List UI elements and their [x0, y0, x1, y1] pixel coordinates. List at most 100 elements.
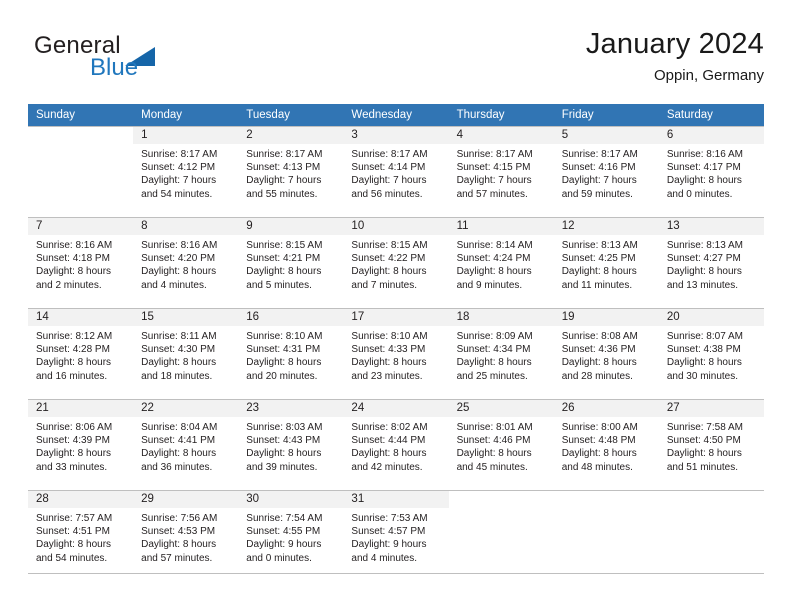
- calendar-cell: 6 Sunrise: 8:16 AM Sunset: 4:17 PM Daylight…: [658, 126, 764, 218]
- day-number: 27: [658, 400, 764, 417]
- day-details: Sunrise: 8:16 AM Sunset: 4:20 PM Daylight:…: [133, 235, 238, 292]
- calendar-day[interactable]: 3 Sunrise: 8:17 AM Sunset: 4:14 PM Daylight…: [343, 127, 449, 217]
- calendar-day[interactable]: 25 Sunrise: 8:01 AM Sunset: 4:46 PM Dayligh…: [448, 400, 554, 490]
- calendar-day[interactable]: 1 Sunrise: 8:17 AM Sunset: 4:12 PM Daylight…: [133, 127, 239, 217]
- calendar-day[interactable]: 30 Sunrise: 7:54 AM Sunset: 4:55 PM Dayligh…: [238, 491, 344, 581]
- day-sunrise-text: Sunrise: 8:17 AM: [141, 149, 218, 160]
- calendar-day[interactable]: 21 Sunrise: 8:06 AM Sunset: 4:39 PM Dayligh…: [28, 400, 134, 490]
- calendar-day[interactable]: 22 Sunrise: 8:04 AM Sunset: 4:41 PM Dayligh…: [133, 400, 239, 490]
- calendar-day[interactable]: 8 Sunrise: 8:16 AM Sunset: 4:20 PM Daylight…: [133, 218, 239, 308]
- calendar-page: General Blue January 2024 Oppin, Germany…: [0, 0, 792, 612]
- calendar-day[interactable]: 20 Sunrise: 8:07 AM Sunset: 4:38 PM Dayligh…: [658, 309, 764, 399]
- day-sunset-text: Sunset: 4:57 PM: [351, 526, 426, 538]
- calendar-week-row: 21 Sunrise: 8:06 AM Sunset: 4:39 PM Dayligh…: [28, 399, 764, 491]
- day-daylight2-text: and 0 minutes.: [246, 552, 312, 564]
- calendar-day[interactable]: 14 Sunrise: 8:12 AM Sunset: 4:28 PM Dayligh…: [28, 309, 134, 399]
- calendar-day[interactable]: 4 Sunrise: 8:17 AM Sunset: 4:15 PM Daylight…: [448, 127, 554, 217]
- calendar-day[interactable]: 7 Sunrise: 8:16 AM Sunset: 4:18 PM Daylight…: [28, 218, 134, 308]
- day-sunset-text: Sunset: 4:17 PM: [666, 162, 741, 174]
- day-daylight1-text: Daylight: 8 hours: [141, 266, 217, 278]
- calendar-day[interactable]: 2 Sunrise: 8:17 AM Sunset: 4:13 PM Daylight…: [238, 127, 344, 217]
- day-details: Sunrise: 8:02 AM Sunset: 4:44 PM Daylight:…: [343, 417, 448, 474]
- calendar-table: Sunday Monday Tuesday Wednesday Thursday…: [28, 104, 764, 581]
- day-daylight2-text: and 57 minutes.: [141, 552, 213, 564]
- day-number: 26: [553, 400, 659, 417]
- day-sunset-text: Sunset: 4:44 PM: [351, 435, 426, 447]
- day-sunset-text: Sunset: 4:25 PM: [561, 253, 636, 265]
- calendar-header-row: Sunday Monday Tuesday Wednesday Thursday…: [28, 104, 764, 127]
- calendar-cell: 16 Sunrise: 8:10 AM Sunset: 4:31 PM Dayligh…: [238, 308, 344, 400]
- calendar-day-empty: [554, 491, 659, 581]
- day-daylight1-text: Daylight: 8 hours: [246, 448, 322, 460]
- page-header: General Blue January 2024 Oppin, Germany: [28, 28, 764, 98]
- day-daylight1-text: Daylight: 8 hours: [351, 266, 427, 278]
- general-blue-logo[interactable]: General Blue: [28, 34, 268, 94]
- bottom-divider: [28, 573, 764, 574]
- calendar-day[interactable]: 19 Sunrise: 8:08 AM Sunset: 4:36 PM Dayligh…: [553, 309, 659, 399]
- calendar-cell: 8 Sunrise: 8:16 AM Sunset: 4:20 PM Daylight…: [133, 217, 239, 309]
- day-details: Sunrise: 8:13 AM Sunset: 4:27 PM Daylight:…: [659, 235, 764, 292]
- calendar-day[interactable]: 5 Sunrise: 8:17 AM Sunset: 4:16 PM Daylight…: [553, 127, 659, 217]
- day-details: Sunrise: 8:17 AM Sunset: 4:16 PM Daylight:…: [554, 144, 659, 201]
- day-sunset-text: Sunset: 4:21 PM: [246, 253, 321, 265]
- calendar-day[interactable]: 23 Sunrise: 8:03 AM Sunset: 4:43 PM Dayligh…: [238, 400, 344, 490]
- calendar-day[interactable]: 13 Sunrise: 8:13 AM Sunset: 4:27 PM Dayligh…: [658, 218, 764, 308]
- calendar-cell: [28, 126, 134, 218]
- calendar-day[interactable]: 16 Sunrise: 8:10 AM Sunset: 4:31 PM Dayligh…: [238, 309, 344, 399]
- day-details: Sunrise: 8:11 AM Sunset: 4:30 PM Daylight:…: [133, 326, 238, 383]
- calendar-day[interactable]: 15 Sunrise: 8:11 AM Sunset: 4:30 PM Dayligh…: [133, 309, 239, 399]
- day-details: Sunrise: 8:01 AM Sunset: 4:46 PM Daylight:…: [449, 417, 554, 474]
- day-sunrise-text: Sunrise: 8:14 AM: [456, 240, 533, 251]
- day-details: Sunrise: 8:16 AM Sunset: 4:18 PM Daylight:…: [28, 235, 133, 292]
- day-sunset-text: Sunset: 4:24 PM: [456, 253, 531, 265]
- day-daylight1-text: Daylight: 8 hours: [666, 357, 742, 369]
- calendar-day[interactable]: 11 Sunrise: 8:14 AM Sunset: 4:24 PM Dayligh…: [448, 218, 554, 308]
- calendar-day[interactable]: 12 Sunrise: 8:13 AM Sunset: 4:25 PM Dayligh…: [553, 218, 659, 308]
- day-number: 19: [553, 309, 659, 326]
- day-sunrise-text: Sunrise: 8:17 AM: [561, 149, 638, 160]
- calendar-day[interactable]: 29 Sunrise: 7:56 AM Sunset: 4:53 PM Dayligh…: [133, 491, 239, 581]
- day-sunrise-text: Sunrise: 8:15 AM: [246, 240, 323, 251]
- day-sunrise-text: Sunrise: 7:53 AM: [351, 513, 428, 524]
- calendar-body: 1 Sunrise: 8:17 AM Sunset: 4:12 PM Daylight…: [28, 126, 764, 581]
- title-block: January 2024 Oppin, Germany: [586, 28, 764, 85]
- day-number: 8: [133, 218, 239, 235]
- day-sunset-text: Sunset: 4:38 PM: [666, 344, 741, 356]
- day-daylight1-text: Daylight: 8 hours: [561, 266, 637, 278]
- day-sunset-text: Sunset: 4:22 PM: [351, 253, 426, 265]
- calendar-cell: 2 Sunrise: 8:17 AM Sunset: 4:13 PM Daylight…: [238, 126, 344, 218]
- calendar-day[interactable]: 9 Sunrise: 8:15 AM Sunset: 4:21 PM Daylight…: [238, 218, 344, 308]
- day-sunset-text: Sunset: 4:30 PM: [141, 344, 216, 356]
- calendar-cell: 31 Sunrise: 7:53 AM Sunset: 4:57 PM Dayligh…: [343, 490, 449, 581]
- day-sunrise-text: Sunrise: 8:16 AM: [36, 240, 113, 251]
- calendar-day[interactable]: 31 Sunrise: 7:53 AM Sunset: 4:57 PM Dayligh…: [343, 491, 449, 581]
- day-sunrise-text: Sunrise: 8:17 AM: [351, 149, 428, 160]
- calendar-cell: 21 Sunrise: 8:06 AM Sunset: 4:39 PM Dayligh…: [28, 399, 134, 491]
- calendar-day[interactable]: 26 Sunrise: 8:00 AM Sunset: 4:48 PM Dayligh…: [553, 400, 659, 490]
- weekday-header-tuesday: Tuesday: [238, 104, 344, 127]
- calendar-day[interactable]: 18 Sunrise: 8:09 AM Sunset: 4:34 PM Dayligh…: [448, 309, 554, 399]
- day-sunrise-text: Sunrise: 8:09 AM: [456, 331, 533, 342]
- calendar-day[interactable]: 10 Sunrise: 8:15 AM Sunset: 4:22 PM Dayligh…: [343, 218, 449, 308]
- calendar-cell: 10 Sunrise: 8:15 AM Sunset: 4:22 PM Dayligh…: [343, 217, 449, 309]
- day-daylight2-text: and 9 minutes.: [456, 279, 523, 291]
- day-sunset-text: Sunset: 4:31 PM: [246, 344, 321, 356]
- day-daylight1-text: Daylight: 8 hours: [456, 266, 532, 278]
- calendar-day-empty: [659, 491, 764, 581]
- calendar-day[interactable]: 24 Sunrise: 8:02 AM Sunset: 4:44 PM Dayligh…: [343, 400, 449, 490]
- day-sunset-text: Sunset: 4:18 PM: [36, 253, 110, 265]
- day-details: Sunrise: 8:10 AM Sunset: 4:33 PM Daylight:…: [343, 326, 448, 383]
- day-details: Sunrise: 8:08 AM Sunset: 4:36 PM Daylight:…: [554, 326, 659, 383]
- day-daylight1-text: Daylight: 8 hours: [666, 266, 742, 278]
- day-daylight2-text: and 42 minutes.: [351, 461, 423, 473]
- day-sunrise-text: Sunrise: 7:56 AM: [141, 513, 218, 524]
- day-daylight2-text: and 30 minutes.: [666, 370, 739, 382]
- calendar-day[interactable]: 28 Sunrise: 7:57 AM Sunset: 4:51 PM Dayligh…: [28, 491, 134, 581]
- day-sunset-text: Sunset: 4:43 PM: [246, 435, 321, 447]
- day-number: 28: [28, 491, 134, 508]
- day-daylight1-text: Daylight: 8 hours: [36, 357, 112, 369]
- day-details: Sunrise: 7:53 AM Sunset: 4:57 PM Daylight:…: [343, 508, 448, 565]
- calendar-day[interactable]: 17 Sunrise: 8:10 AM Sunset: 4:33 PM Dayligh…: [343, 309, 449, 399]
- calendar-day[interactable]: 27 Sunrise: 7:58 AM Sunset: 4:50 PM Dayligh…: [658, 400, 764, 490]
- calendar-day[interactable]: 6 Sunrise: 8:16 AM Sunset: 4:17 PM Daylight…: [658, 127, 764, 217]
